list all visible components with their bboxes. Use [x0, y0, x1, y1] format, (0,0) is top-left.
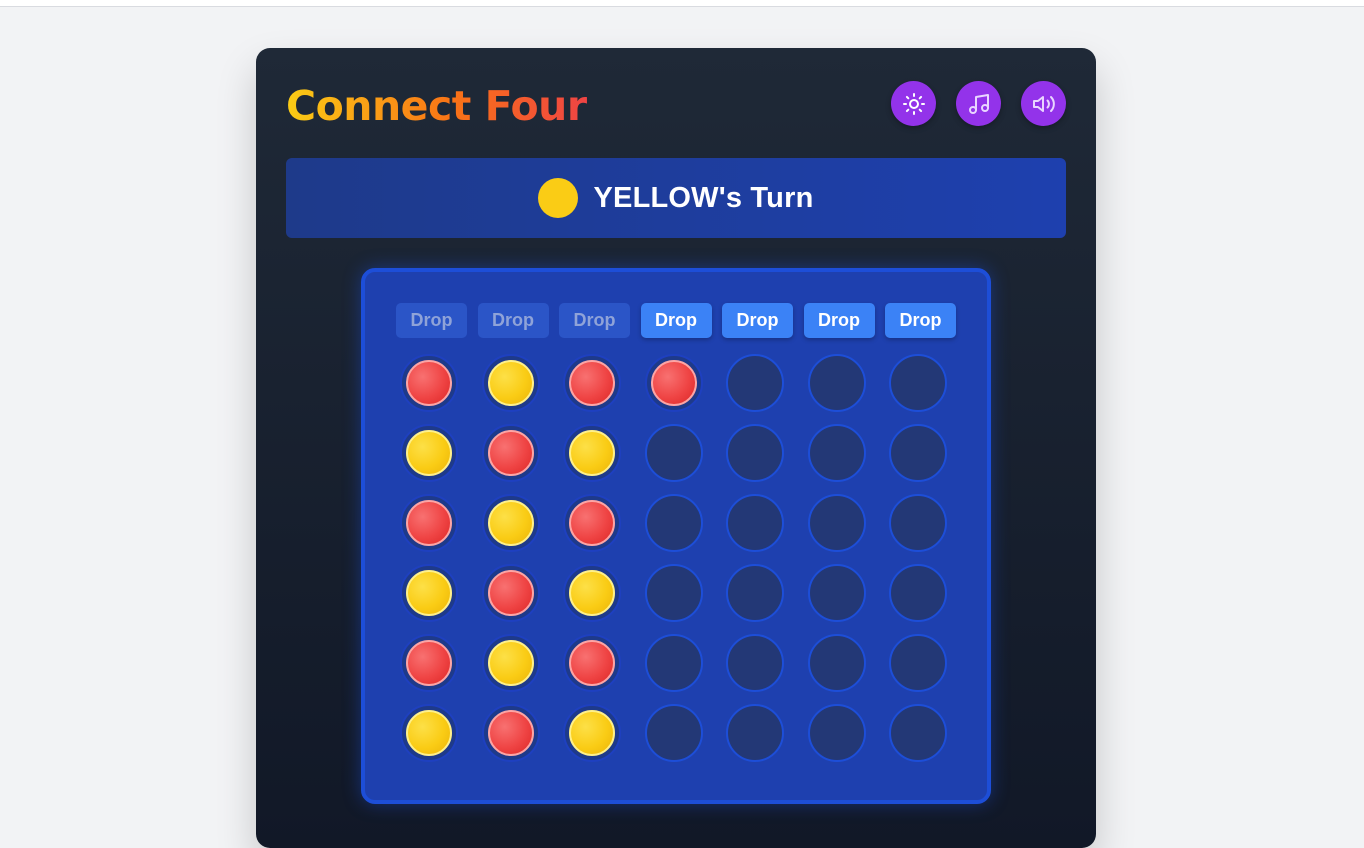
- board-slot-r4-c7: [889, 564, 947, 622]
- board-slot-r6-c2: [481, 704, 540, 762]
- board-slot-r5-c5: [726, 634, 784, 692]
- board-slot-r3-c7: [889, 494, 947, 552]
- board-slot-r4-c2: [481, 564, 540, 622]
- board-slot-r2-c6: [807, 424, 866, 482]
- board-slot-r1-c5: [726, 354, 784, 412]
- board-slot-r5-c2: [481, 634, 540, 692]
- theme-toggle-button[interactable]: [891, 81, 936, 126]
- turn-text: YELLOW's Turn: [593, 181, 814, 214]
- board-slot-r4-c4: [644, 564, 703, 622]
- game-title: Connect Four: [286, 78, 587, 134]
- yellow-disc: [569, 570, 615, 616]
- board-slot-r6-c6: [807, 704, 866, 762]
- turn-indicator: YELLOW's Turn: [286, 158, 1066, 238]
- board-slot-r5-c7: [889, 634, 947, 692]
- red-disc: [487, 710, 534, 756]
- red-disc: [406, 640, 452, 686]
- board-slot-r1-c7: [889, 354, 947, 412]
- board-grid: [400, 354, 960, 774]
- board-slot-r3-c4: [644, 494, 703, 552]
- game-board: Drop Drop Drop Drop Drop Drop Drop: [361, 268, 991, 804]
- board-slot-r5-c1: [400, 634, 458, 692]
- board-slot-r1-c2: [481, 354, 540, 412]
- drop-button-col-7[interactable]: Drop: [885, 303, 956, 338]
- board-slot-r5-c6: [807, 634, 866, 692]
- board-slot-r2-c7: [889, 424, 947, 482]
- board-slot-r6-c3: [563, 704, 621, 762]
- red-disc: [569, 360, 615, 406]
- red-disc: [487, 570, 534, 616]
- board-slot-r6-c1: [400, 704, 458, 762]
- red-disc: [569, 640, 615, 686]
- sun-icon: [902, 92, 925, 115]
- red-disc: [406, 500, 452, 546]
- board-slot-r6-c5: [726, 704, 784, 762]
- drop-button-col-2[interactable]: Drop: [477, 303, 549, 338]
- board-slot-r1-c6: [807, 354, 866, 412]
- yellow-disc: [487, 500, 534, 546]
- drop-button-col-4[interactable]: Drop: [640, 303, 712, 338]
- board-slot-r4-c1: [400, 564, 458, 622]
- board-slot-r6-c4: [644, 704, 703, 762]
- sound-toggle-button[interactable]: [1021, 81, 1066, 126]
- browser-top-edge: [0, 0, 1364, 7]
- board-slot-r2-c3: [563, 424, 621, 482]
- music-note-icon: [968, 93, 989, 114]
- yellow-disc: [569, 710, 615, 756]
- board-slot-r4-c5: [726, 564, 784, 622]
- board-slot-r2-c2: [481, 424, 540, 482]
- board-slot-r3-c3: [563, 494, 621, 552]
- yellow-disc: [487, 640, 534, 686]
- yellow-disc: [487, 360, 534, 406]
- board-slot-r1-c4: [644, 354, 703, 412]
- board-slot-r3-c2: [481, 494, 540, 552]
- drop-button-col-6[interactable]: Drop: [803, 303, 875, 338]
- yellow-disc: [406, 710, 452, 756]
- board-slot-r6-c7: [889, 704, 947, 762]
- drop-button-col-3[interactable]: Drop: [559, 303, 630, 338]
- board-slot-r4-c6: [807, 564, 866, 622]
- drop-button-col-5[interactable]: Drop: [722, 303, 793, 338]
- board-slot-r5-c3: [563, 634, 621, 692]
- music-toggle-button[interactable]: [956, 81, 1001, 126]
- red-disc: [406, 360, 452, 406]
- game-card: Connect Four YELLOW's Turn Drop Drop Dro…: [256, 48, 1096, 848]
- yellow-disc: [569, 430, 615, 476]
- red-disc: [650, 360, 697, 406]
- red-disc: [569, 500, 615, 546]
- current-player-disc: [538, 178, 579, 218]
- board-slot-r1-c1: [400, 354, 458, 412]
- board-slot-r1-c3: [563, 354, 621, 412]
- red-disc: [487, 430, 534, 476]
- board-slot-r3-c5: [726, 494, 784, 552]
- board-slot-r4-c3: [563, 564, 621, 622]
- volume-icon: [1032, 95, 1055, 112]
- drop-buttons-row: Drop Drop Drop Drop Drop Drop Drop: [396, 303, 956, 338]
- board-slot-r2-c1: [400, 424, 458, 482]
- yellow-disc: [406, 570, 452, 616]
- board-slot-r3-c6: [807, 494, 866, 552]
- yellow-disc: [406, 430, 452, 476]
- board-slot-r3-c1: [400, 494, 458, 552]
- board-slot-r5-c4: [644, 634, 703, 692]
- board-slot-r2-c5: [726, 424, 784, 482]
- board-slot-r2-c4: [644, 424, 703, 482]
- drop-button-col-1[interactable]: Drop: [396, 303, 467, 338]
